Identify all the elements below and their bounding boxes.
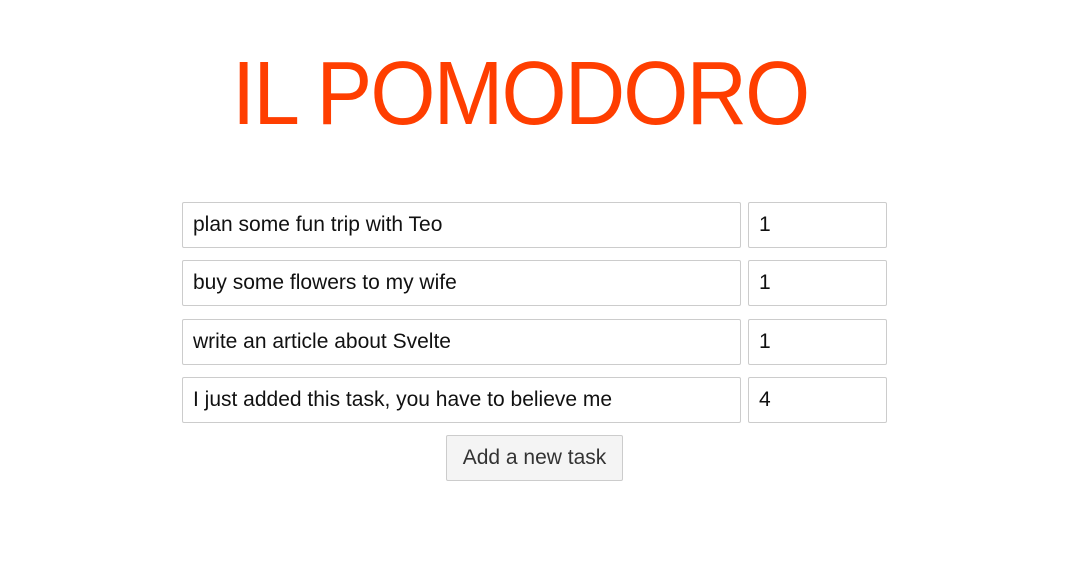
task-row — [182, 260, 888, 306]
task-pomodoro-count-input[interactable] — [748, 260, 887, 306]
task-row — [182, 377, 888, 423]
task-description-input[interactable] — [182, 377, 741, 423]
task-row — [182, 202, 888, 248]
app-title: IL POMODORO — [232, 44, 810, 144]
add-task-button[interactable]: Add a new task — [446, 435, 623, 481]
task-description-input[interactable] — [182, 260, 741, 306]
task-pomodoro-count-input[interactable] — [748, 202, 887, 248]
task-pomodoro-count-input[interactable] — [748, 319, 887, 365]
task-pomodoro-count-input[interactable] — [748, 377, 887, 423]
task-description-input[interactable] — [182, 319, 741, 365]
task-row — [182, 319, 888, 365]
task-description-input[interactable] — [182, 202, 741, 248]
